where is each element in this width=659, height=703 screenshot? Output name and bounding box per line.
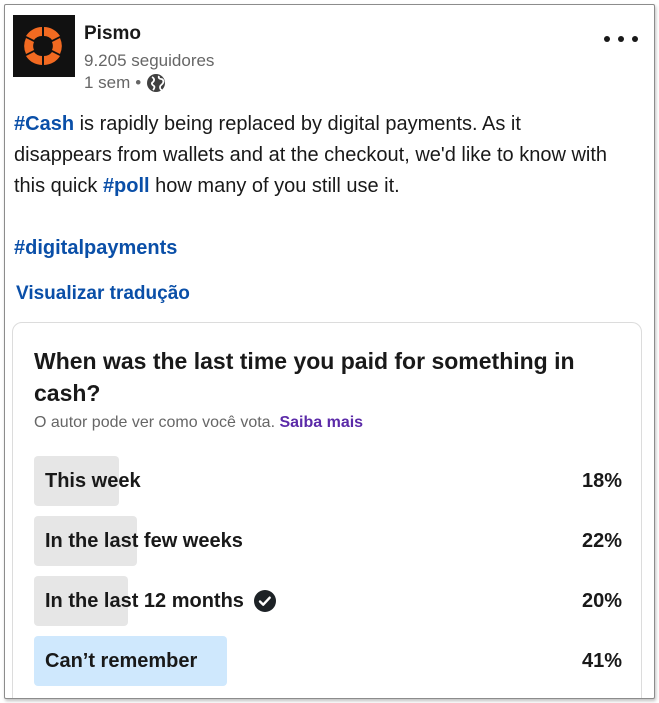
post-hashtags: #digitalpayments [14, 233, 177, 264]
post-body: #Cash is rapidly being replaced by digit… [14, 109, 614, 202]
more-options-button[interactable] [604, 29, 638, 49]
voted-check-icon [253, 590, 276, 612]
hashtag-cash[interactable]: #Cash [14, 113, 74, 135]
poll-option[interactable]: Can’t remember 41% [34, 636, 622, 686]
post-card: Pismo 9.205 seguidores 1 sem • #Cash is … [4, 4, 655, 699]
see-translation-link[interactable]: Visualizar tradução [16, 283, 190, 305]
follower-count: 9.205 seguidores [84, 51, 215, 70]
poll-option-text: This week [45, 469, 141, 492]
poll-note-text: O autor pode ver como você vota. [34, 414, 276, 431]
hashtag-poll[interactable]: #poll [103, 175, 150, 197]
poll-option[interactable]: In the last few weeks 22% [34, 516, 622, 566]
poll-option-percent: 22% [581, 529, 622, 552]
learn-more-link[interactable]: Saiba mais [279, 414, 363, 431]
more-dot-icon [632, 36, 638, 42]
author-name[interactable]: Pismo [84, 23, 141, 45]
poll-option[interactable]: In the last 12 months 20% [34, 576, 622, 626]
post-text-part-2: how many of you still use it. [149, 175, 400, 197]
poll-option-text: In the last 12 months [45, 589, 244, 612]
author-logo[interactable] [13, 15, 75, 77]
poll-option[interactable]: This week 18% [34, 456, 622, 506]
poll-option-label: In the last 12 months [45, 576, 276, 626]
poll-option-label: Can’t remember [45, 636, 197, 686]
hashtag-digitalpayments[interactable]: #digitalpayments [14, 237, 177, 259]
poll-option-label: This week [45, 456, 141, 506]
poll-question: When was the last time you paid for some… [34, 348, 575, 406]
more-dot-icon [604, 36, 610, 42]
poll-card: When was the last time you paid for some… [12, 322, 642, 698]
post-meta: 1 sem • [84, 73, 166, 93]
poll-option-percent: 20% [581, 589, 622, 612]
meta-separator: • [135, 73, 142, 92]
poll-option-label: In the last few weeks [45, 516, 243, 566]
pismo-logo-icon [24, 27, 62, 65]
post-time: 1 sem [84, 73, 131, 92]
post-header: Pismo 9.205 seguidores 1 sem • [13, 15, 646, 101]
poll-option-text: Can’t remember [45, 649, 198, 672]
poll-option-text: In the last few weeks [45, 529, 243, 552]
globe-icon [146, 73, 166, 93]
poll-option-percent: 18% [581, 469, 622, 492]
poll-option-percent: 41% [581, 649, 622, 672]
more-dot-icon [618, 36, 624, 42]
poll-privacy-note: O autor pode ver como você vota. Saiba m… [34, 414, 363, 432]
